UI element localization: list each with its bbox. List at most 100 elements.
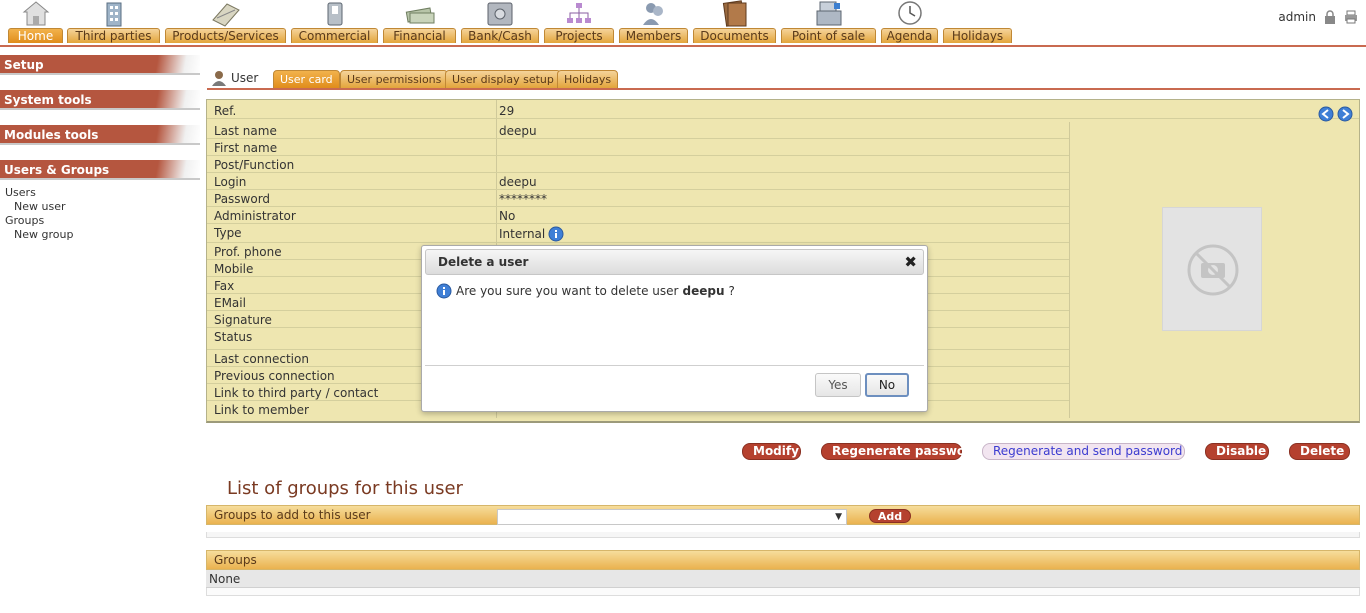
row-label: Last name (214, 124, 277, 138)
previous-record-icon[interactable] (1318, 106, 1334, 122)
menu-home[interactable]: Home (8, 0, 63, 45)
row-label: Status (214, 330, 253, 344)
row-label: Link to member (214, 403, 309, 417)
row-label: Previous connection (214, 369, 335, 383)
lock-icon[interactable] (1324, 10, 1336, 24)
user-tabs: User User card User permissions User dis… (207, 68, 1360, 90)
dialog-question: Are you sure you want to delete user (456, 284, 679, 298)
row-label: Fax (214, 279, 235, 293)
sidebar-item-groups[interactable]: Groups (0, 214, 200, 228)
row-label: Type (214, 226, 242, 240)
next-record-icon[interactable] (1337, 106, 1353, 122)
briefcase-icon (327, 2, 342, 26)
group-select[interactable]: ▼ (497, 509, 847, 525)
photo-column (1069, 122, 1359, 418)
org-chart-icon (567, 3, 591, 23)
menu-commercial[interactable]: Commercial (291, 0, 378, 45)
print-icon[interactable] (1344, 10, 1358, 24)
tab-user-permissions[interactable]: User permissions (340, 70, 449, 89)
row-label: EMail (214, 296, 246, 310)
tab-user-display-setup[interactable]: User display setup (445, 70, 561, 89)
menu-label: Members (619, 28, 688, 43)
menu-documents[interactable]: Documents (693, 0, 776, 45)
row-label: Administrator (214, 209, 296, 223)
menu-label: Commercial (291, 28, 378, 43)
row-value: No (499, 209, 516, 223)
modify-button[interactable]: Modify (742, 443, 801, 460)
row-value: ******** (499, 192, 547, 206)
card-row-administrator: Administrator No (207, 207, 1069, 224)
row-label: Last connection (214, 352, 309, 366)
groups-list: None (206, 570, 1360, 588)
sidebar-item-users[interactable]: Users (0, 186, 200, 200)
left-sidebar: Setup System tools Modules tools Users &… (0, 55, 200, 242)
menu-projects[interactable]: Projects (544, 0, 614, 45)
menu-label: Bank/Cash (461, 28, 539, 43)
sidebar-section-system-tools[interactable]: System tools (0, 90, 200, 110)
disable-button[interactable]: Disable (1205, 443, 1269, 460)
row-value: deepu (499, 124, 537, 138)
menu-bank-cash[interactable]: Bank/Cash (461, 0, 539, 45)
delete-user-dialog: Delete a user ✖ Are you sure you want to… (421, 245, 928, 412)
menu-agenda[interactable]: Agenda (881, 0, 938, 45)
menu-point-of-sale[interactable]: Point of sale (781, 0, 876, 45)
user-photo-placeholder (1162, 207, 1262, 331)
logged-user[interactable]: admin (1278, 10, 1316, 24)
menu-label: Point of sale (781, 28, 876, 43)
menu-third-parties[interactable]: Third parties (67, 0, 160, 45)
top-menu-bar: Home Third parties Products/Services Com… (0, 0, 1366, 47)
menu-label: Home (8, 28, 63, 43)
row-label: Link to third party / contact (214, 386, 379, 400)
sidebar-item-new-group[interactable]: New group (0, 228, 200, 242)
dialog-titlebar: Delete a user ✖ (425, 249, 924, 275)
row-value: Internal (499, 226, 564, 242)
folders-icon (722, 0, 746, 27)
dialog-title: Delete a user (438, 255, 529, 269)
menu-label: Projects (544, 28, 614, 43)
info-icon (436, 283, 452, 299)
dialog-divider (425, 365, 924, 366)
menu-financial[interactable]: Financial (383, 0, 456, 45)
tab-user-card[interactable]: User card (273, 70, 340, 89)
row-value: 29 (499, 104, 515, 118)
clock-icon (897, 1, 922, 25)
menu-label: Documents (693, 28, 776, 43)
row-label: Signature (214, 313, 272, 327)
menu-products-services[interactable]: Products/Services (165, 0, 286, 45)
row-label: Password (214, 192, 271, 206)
row-label: Mobile (214, 262, 254, 276)
delete-button[interactable]: Delete (1289, 443, 1350, 460)
info-icon[interactable] (548, 226, 564, 242)
home-icon (22, 1, 49, 26)
menu-holidays[interactable]: Holidays (943, 0, 1012, 45)
card-row-ref: Ref. 29 (207, 102, 1359, 122)
sidebar-section-modules-tools[interactable]: Modules tools (0, 125, 200, 145)
groups-header: Groups (206, 550, 1360, 570)
sidebar-section-users-groups[interactable]: Users & Groups (0, 160, 200, 180)
add-group-footer (206, 532, 1360, 538)
dialog-question-suffix: ? (728, 284, 735, 298)
sidebar-item-new-user[interactable]: New user (0, 200, 200, 214)
regenerate-send-password-button[interactable]: Regenerate and send password (982, 443, 1185, 460)
groups-list-title: List of groups for this user (227, 478, 463, 499)
menu-members[interactable]: Members (619, 0, 688, 45)
user-icon (212, 71, 226, 86)
no-button[interactable]: No (865, 373, 909, 397)
add-group-label: Groups to add to this user (214, 508, 371, 522)
tab-holidays[interactable]: Holidays (557, 70, 619, 89)
no-photo-icon (1187, 244, 1239, 296)
menu-divider (0, 45, 1366, 47)
dialog-username: deepu (682, 284, 725, 298)
menu-label: Agenda (881, 28, 938, 43)
sidebar-section-setup[interactable]: Setup (0, 55, 200, 75)
yes-button[interactable]: Yes (815, 373, 861, 397)
regenerate-password-button[interactable]: Regenerate password (821, 443, 980, 460)
members-icon (642, 3, 663, 25)
add-group-button[interactable]: Add (869, 509, 911, 523)
dialog-message: Are you sure you want to delete user dee… (436, 283, 735, 299)
menu-label: Holidays (943, 28, 1012, 43)
products-icon (211, 3, 240, 27)
tab-title: User (211, 70, 258, 86)
close-icon[interactable]: ✖ (904, 253, 917, 271)
record-navigation (1318, 106, 1353, 122)
